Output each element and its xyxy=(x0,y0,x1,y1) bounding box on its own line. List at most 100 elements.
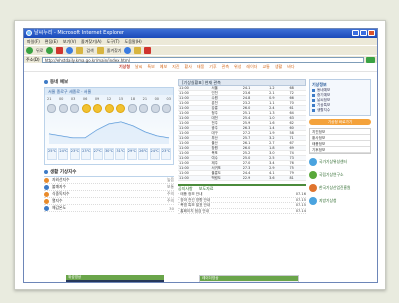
nav-item[interactable]: 관측 xyxy=(222,64,229,70)
table-cell: 11:00 xyxy=(178,175,211,181)
ie-logo-icon xyxy=(26,30,32,36)
site-logo[interactable]: 기상청 xyxy=(119,64,130,70)
forecast-hours: 21 00 03 06 09 12 15 18 21 00 03 xyxy=(47,97,171,101)
sun-icon xyxy=(44,177,49,183)
shortcut-button[interactable]: 기상청 바로가기 xyxy=(309,119,371,125)
notice-item[interactable]: · 홈페이지 점검 안내 07.14 xyxy=(178,209,306,214)
sun-icon xyxy=(104,104,114,113)
observation-table: 11:00 서울 24.1 1.2 68 11:00 인천 23.6 2.1 72 11:00 수원 2… xyxy=(178,86,306,181)
menu-tools[interactable]: 도구(T) xyxy=(107,38,120,45)
title-bar: 날씨누리 - Microsoft Internet Explorer xyxy=(24,29,377,38)
forecast-title: 동네 예보 xyxy=(44,79,174,85)
table-cell: 3.6 xyxy=(268,175,289,181)
print-icon[interactable] xyxy=(144,47,152,54)
satellite-image-panel[interactable]: 위성영상 xyxy=(66,275,164,282)
sidebar-link[interactable]: 생활지수 xyxy=(312,108,368,113)
table-cell: 22.9 xyxy=(241,175,269,181)
toolbar: 뒤로 검색 즐겨찾기 xyxy=(24,45,377,55)
index-title: 생활 기상지수 xyxy=(44,169,174,175)
mail-icon[interactable] xyxy=(134,47,142,54)
minimize-icon[interactable] xyxy=(352,30,359,36)
window-controls xyxy=(352,30,375,36)
home-icon[interactable] xyxy=(76,47,84,54)
close-icon[interactable] xyxy=(368,30,375,36)
forward-icon[interactable] xyxy=(46,47,54,54)
nav-item[interactable]: 위성 xyxy=(234,64,241,70)
menu-view[interactable]: 보기(V) xyxy=(63,38,76,45)
menu-favorites[interactable]: 즐겨찾기(A) xyxy=(81,38,102,45)
bullet-icon xyxy=(44,170,48,174)
table-cell: 백령도 xyxy=(210,175,242,181)
nav-item[interactable]: 황사 xyxy=(185,64,192,70)
cloud-icon xyxy=(139,104,148,113)
banner-link[interactable]: 국가기상위성센터 xyxy=(309,157,371,167)
favorites-label[interactable]: 즐겨찾기 xyxy=(107,48,122,54)
temperature-curve xyxy=(48,121,170,144)
sun-icon xyxy=(116,104,125,113)
favorites-icon[interactable] xyxy=(96,47,104,54)
maximize-icon[interactable] xyxy=(360,30,367,36)
radar-image-panel[interactable]: 레이더영상 xyxy=(199,275,299,282)
list-item[interactable]: 열지수 주의 xyxy=(44,198,174,205)
browser-window: 날씨누리 - Microsoft Internet Explorer 파일(F)… xyxy=(23,28,378,283)
institute-logo-icon xyxy=(309,171,317,179)
satellite-image xyxy=(66,280,164,282)
search-label[interactable]: 검색 xyxy=(86,48,93,54)
back-label[interactable]: 뒤로 xyxy=(36,48,43,54)
nav-item[interactable]: 생활 xyxy=(275,64,282,70)
list-item[interactable]: 자외선지수 높음 xyxy=(44,177,174,184)
imagery-row: 위성영상 레이더영상 xyxy=(44,275,306,282)
menu-edit[interactable]: 편집(E) xyxy=(45,38,58,45)
nav-item[interactable]: 기후 xyxy=(209,64,216,70)
nav-item[interactable]: 지진 xyxy=(172,64,179,70)
nav-item[interactable]: 레이더 xyxy=(246,64,257,70)
menu-bar: 파일(F) 편집(E) 보기(V) 즐겨찾기(A) 도구(T) 도움말(H) xyxy=(24,38,377,45)
forecast-column: 동네 예보 서울 종로구 세종로 · 서울 21 00 03 06 09 12 15 18 21… xyxy=(44,79,174,212)
address-input[interactable]: http://ehstdaily.kma.go.kr/main/index.ht… xyxy=(41,56,364,63)
forecast-icons xyxy=(47,104,171,114)
regional-logo-icon xyxy=(309,197,317,205)
nav-item[interactable]: 특보 xyxy=(147,64,154,70)
satellite-logo-icon xyxy=(309,158,317,166)
sidebar-list-item[interactable]: 기후정보 xyxy=(310,147,370,153)
nav-item[interactable]: 교통 xyxy=(262,64,269,70)
forecast-temps: 25℃ 24℃ 23℃ 23℃ 27℃ 30℃ 31℃ 29℃ 26℃ 24℃ 23℃ xyxy=(47,148,171,160)
photo-frame: 날씨누리 - Microsoft Internet Explorer 파일(F)… xyxy=(14,20,386,290)
forecast-location[interactable]: 서울 종로구 세종로 · 서울 xyxy=(45,88,173,95)
observation-title: [기상실황표] 현재 관측 xyxy=(178,79,306,86)
forecast-panel: 서울 종로구 세종로 · 서울 21 00 03 06 09 12 15 18 21 00 03 xyxy=(44,87,174,165)
cloud-icon xyxy=(162,104,171,113)
cloud-icon xyxy=(150,104,160,113)
sun-icon xyxy=(93,104,102,113)
banner-link[interactable]: 국립기상연구소 xyxy=(309,170,371,180)
banner-link[interactable]: 지방기상청 xyxy=(309,196,371,206)
back-icon[interactable] xyxy=(26,47,33,54)
table-row[interactable]: 11:00 백령도 22.9 3.6 81 xyxy=(178,175,306,181)
nav-item[interactable]: 날씨 xyxy=(135,64,142,70)
list-item[interactable]: 불쾌지수 보통 xyxy=(44,184,174,191)
nav-item[interactable]: 예보 xyxy=(160,64,167,70)
address-bar: 주소(D) http://ehstdaily.kma.go.kr/main/in… xyxy=(24,55,377,63)
cloud-icon xyxy=(58,104,68,113)
cloud-icon xyxy=(70,104,79,113)
address-label: 주소(D) xyxy=(26,56,40,62)
thermometer-icon xyxy=(44,205,49,211)
menu-help[interactable]: 도움말(H) xyxy=(125,38,142,45)
go-button[interactable] xyxy=(366,56,375,63)
nav-item[interactable]: 바다 xyxy=(287,64,294,70)
stop-icon[interactable] xyxy=(56,47,64,54)
banner-link[interactable]: 한국기상산업진흥원 xyxy=(309,183,371,193)
warning-icon xyxy=(44,191,49,197)
list-item[interactable]: 식중독지수 주의 xyxy=(44,191,174,198)
nav-item[interactable]: 태풍 xyxy=(197,64,204,70)
refresh-icon[interactable] xyxy=(66,47,74,54)
list-item[interactable]: 체감온도 30 xyxy=(44,205,174,212)
thermometer-icon xyxy=(44,198,49,204)
radar-image xyxy=(200,281,298,282)
history-icon[interactable] xyxy=(124,47,132,54)
window-title: 날씨누리 - Microsoft Internet Explorer xyxy=(34,30,124,36)
web-page: 기상청 날씨 특보 예보 지진 황사 태풍 기후 관측 위성 레이더 교통 생활… xyxy=(24,63,377,282)
cloud-icon xyxy=(47,104,56,113)
menu-file[interactable]: 파일(F) xyxy=(27,38,40,45)
cloud-icon xyxy=(127,104,137,113)
